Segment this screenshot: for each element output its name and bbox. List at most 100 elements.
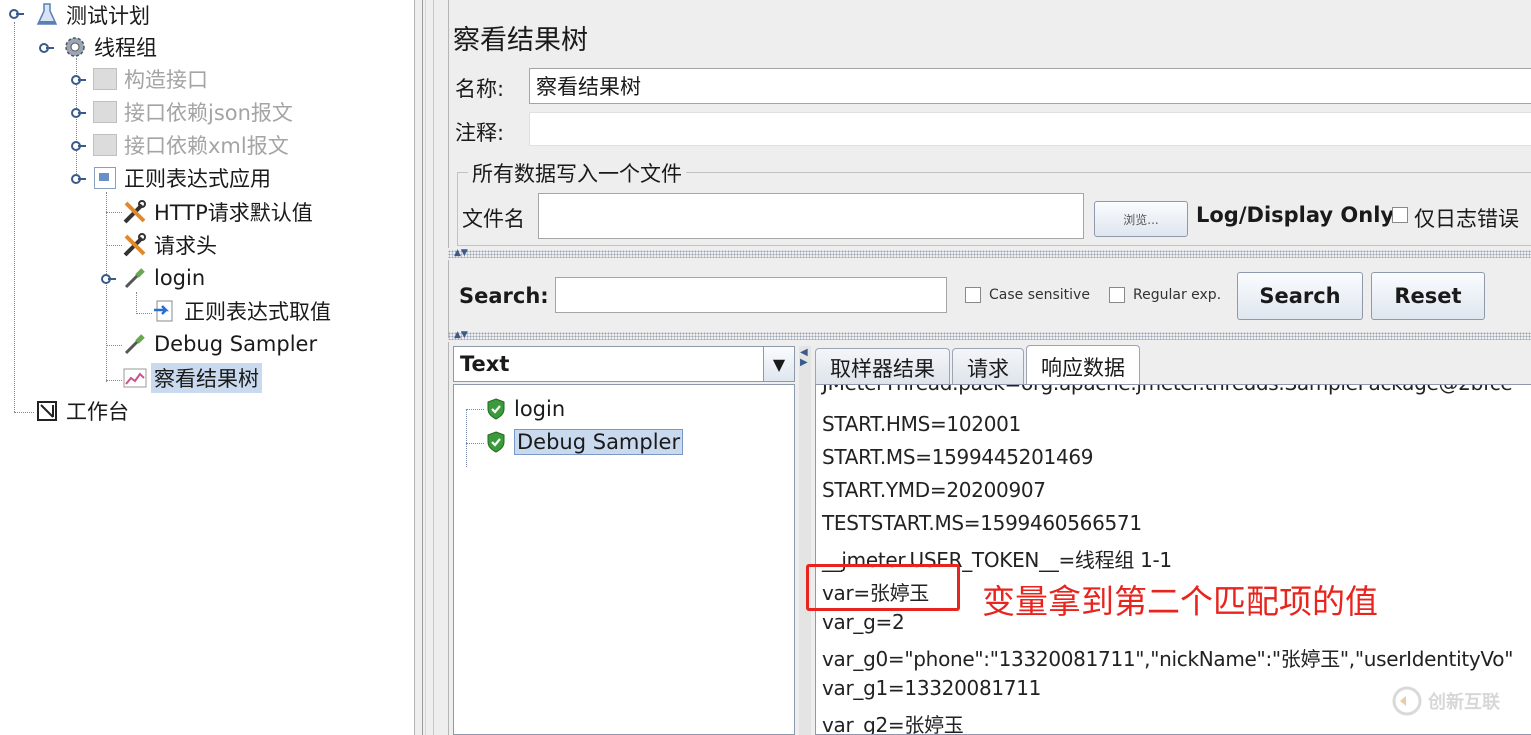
- view-results-tree-panel: 察看结果树 名称: 察看结果树 注释: 所有数据写入一个文件 文件名 浏览...…: [434, 0, 1531, 735]
- tree-node-extractor[interactable]: 正则表达式取值: [152, 296, 334, 326]
- tree-node-controller[interactable]: 正则表达式应用: [92, 163, 274, 193]
- comment-field[interactable]: [529, 112, 1531, 146]
- gear-icon: [62, 34, 88, 60]
- tree-node-listener[interactable]: 察看结果树: [122, 363, 262, 393]
- annotation-text: 变量拿到第二个匹配项的值: [982, 582, 1378, 621]
- tree-node-config[interactable]: 请求头: [122, 230, 220, 260]
- tree-node-workbench[interactable]: 工作台: [34, 396, 132, 426]
- tree-node-label: 正则表达式应用: [124, 167, 271, 191]
- expand-handle[interactable]: [38, 42, 54, 54]
- regular-exp-label: Regular exp.: [1133, 287, 1222, 303]
- collapse-arrows-icon[interactable]: ▲▼: [454, 331, 468, 340]
- name-field[interactable]: 察看结果树: [529, 68, 1531, 104]
- collapse-arrows-icon[interactable]: ▲▼: [454, 249, 468, 258]
- wrench-icon: [122, 232, 148, 258]
- renderer-selected-value: Text: [460, 352, 510, 376]
- tab-sampler-result[interactable]: 取样器结果: [815, 348, 950, 386]
- tree-node-label: 正则表达式取值: [184, 300, 331, 324]
- result-tabs: 取样器结果 请求 响应数据: [815, 345, 1142, 387]
- tree-node-sampler[interactable]: Debug Sampler: [122, 329, 320, 359]
- expand-handle[interactable]: [70, 74, 86, 86]
- response-line: var_g=2: [822, 610, 905, 634]
- expand-handle[interactable]: [70, 173, 86, 185]
- tree-node-controller[interactable]: 接口依赖json报文: [92, 97, 296, 127]
- tree-node-label: 构造接口: [124, 68, 208, 92]
- resize-grip[interactable]: [448, 332, 1531, 340]
- sample-result-label: login: [514, 397, 566, 421]
- group-title: 所有数据写入一个文件: [468, 158, 686, 188]
- tree-node-sampler[interactable]: login: [122, 263, 208, 293]
- annotation-highlight-box: [806, 564, 960, 611]
- tree-node-label: 测试计划: [66, 4, 150, 28]
- tree-node-label: login: [154, 266, 206, 290]
- reset-button[interactable]: Reset: [1371, 272, 1485, 320]
- case-sensitive-checkbox[interactable]: [965, 287, 981, 303]
- expand-handle[interactable]: [8, 8, 24, 20]
- regular-exp-checkbox[interactable]: [1109, 287, 1125, 303]
- response-line: var_g2=张婷玉: [822, 713, 964, 735]
- errors-only-label: 仅日志错误: [1414, 207, 1519, 231]
- resize-grip[interactable]: [448, 250, 1531, 258]
- log-display-only-label: Log/Display Only:: [1196, 203, 1403, 227]
- results-area: Text ▼ login Debug Sampler ◀ ▶ 取样器结果 请求 …: [448, 342, 1531, 735]
- results-divider[interactable]: ◀ ▶: [799, 346, 811, 735]
- response-line: var_g0="phone":"13320081711","nickName":…: [822, 647, 1514, 671]
- extractor-icon: [152, 298, 178, 324]
- split-pane-divider[interactable]: [414, 0, 434, 735]
- tree-node-label: 请求头: [154, 234, 217, 258]
- tree-node-label: 察看结果树: [151, 363, 262, 393]
- graph-icon: [122, 365, 148, 391]
- name-label: 名称:: [455, 77, 505, 101]
- errors-only-checkbox[interactable]: [1392, 207, 1408, 223]
- tab-response-data[interactable]: 响应数据: [1026, 345, 1140, 387]
- tree-node-config[interactable]: HTTP请求默认值: [122, 197, 316, 227]
- collapse-arrows-icon[interactable]: ◀ ▶: [800, 348, 808, 368]
- controller-icon: [92, 165, 118, 191]
- chevron-down-icon[interactable]: ▼: [763, 347, 794, 381]
- tab-request[interactable]: 请求: [952, 348, 1024, 386]
- flask-icon: [34, 2, 60, 28]
- watermark: 创新互联: [1392, 686, 1500, 716]
- tree-node-label: 线程组: [94, 36, 157, 60]
- comment-label: 注释:: [455, 121, 505, 145]
- tree-node-thread-group[interactable]: 线程组: [62, 32, 160, 62]
- success-shield-icon: [486, 398, 506, 420]
- expand-handle[interactable]: [100, 273, 116, 285]
- search-button[interactable]: Search: [1237, 272, 1363, 320]
- search-bar: Search: Case sensitive Regular exp. Sear…: [448, 260, 1531, 338]
- sample-result-item[interactable]: Debug Sampler: [486, 429, 684, 455]
- response-line: START.MS=1599445201469: [822, 445, 1094, 469]
- workbench-icon: [34, 398, 60, 424]
- watermark-text: 创新互联: [1428, 692, 1500, 713]
- sample-result-item[interactable]: login: [486, 397, 565, 421]
- sample-result-label: Debug Sampler: [514, 429, 684, 455]
- response-line: var_g1=13320081711: [822, 676, 1042, 700]
- tree-node-controller[interactable]: 接口依赖xml报文: [92, 130, 292, 160]
- watermark-logo-icon: [1392, 686, 1422, 716]
- tree-node-label: 工作台: [66, 400, 129, 424]
- search-input[interactable]: [555, 277, 947, 313]
- wrench-icon: [122, 199, 148, 225]
- case-sensitive-label: Case sensitive: [989, 287, 1090, 303]
- expand-handle[interactable]: [70, 107, 86, 119]
- filename-field[interactable]: [538, 193, 1084, 239]
- tree-node-label: HTTP请求默认值: [154, 201, 313, 225]
- search-label: Search:: [459, 284, 549, 308]
- response-line: START.YMD=20200907: [822, 478, 1046, 502]
- expand-handle[interactable]: [70, 140, 86, 152]
- disabled-controller-icon: [92, 132, 118, 158]
- tree-node-label: 接口依赖json报文: [124, 101, 293, 125]
- test-plan-tree: 测试计划 线程组 构造接口 接口依赖json报文 接口依赖xml报文 正则表达式…: [0, 0, 414, 735]
- tree-node-test-plan[interactable]: 测试计划: [34, 0, 153, 30]
- filename-label: 文件名: [462, 207, 525, 231]
- tree-node-label: 接口依赖xml报文: [124, 134, 289, 158]
- success-shield-icon: [486, 431, 506, 453]
- tree-node-controller[interactable]: 构造接口: [92, 64, 211, 94]
- response-line: START.HMS=102001: [822, 412, 1021, 436]
- renderer-select[interactable]: Text ▼: [453, 346, 795, 382]
- page-title: 察看结果树: [453, 25, 588, 56]
- browse-button[interactable]: 浏览...: [1094, 201, 1188, 237]
- write-to-file-group: 所有数据写入一个文件 文件名 浏览... Log/Display Only: 仅…: [457, 158, 1531, 246]
- sample-result-tree: login Debug Sampler: [453, 384, 795, 735]
- pipette-icon: [122, 265, 148, 291]
